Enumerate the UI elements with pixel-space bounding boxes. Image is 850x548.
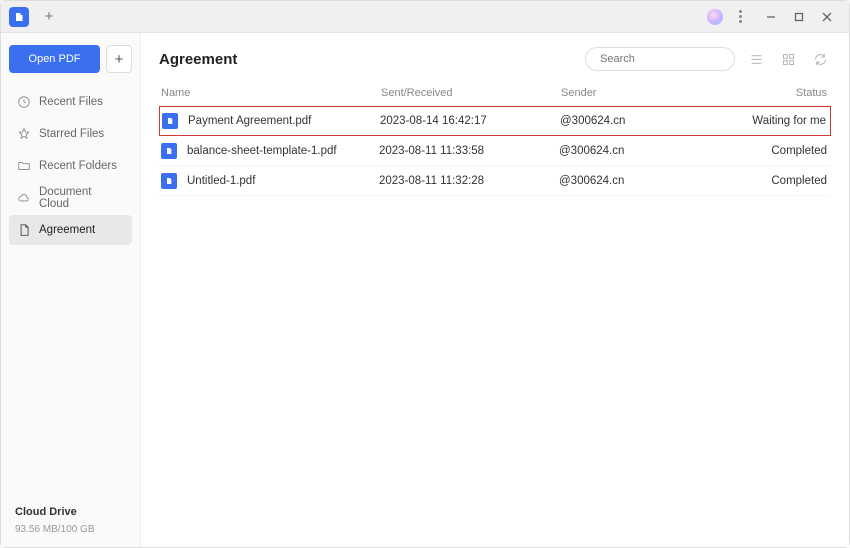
refresh-button[interactable] <box>809 48 831 70</box>
title-bar: + <box>1 1 849 33</box>
sidebar: Open PDF + Recent Files Starred Files Re… <box>1 33 141 547</box>
app-logo-icon <box>9 7 29 27</box>
file-sender: @300624.cn <box>560 115 726 127</box>
file-date: 2023-08-14 16:42:17 <box>380 115 560 127</box>
table-row[interactable]: Payment Agreement.pdf 2023-08-14 16:42:17… <box>159 106 831 136</box>
cloud-drive-info: Cloud Drive 93.56 MB/100 GB <box>9 502 132 539</box>
sidebar-item-starred-files[interactable]: Starred Files <box>9 119 132 149</box>
file-date: 2023-08-11 11:32:28 <box>379 175 559 187</box>
pdf-file-icon <box>161 143 177 159</box>
list-view-button[interactable] <box>745 48 767 70</box>
more-menu-button[interactable] <box>733 10 747 23</box>
profile-orb-icon[interactable] <box>707 9 723 25</box>
file-name: Payment Agreement.pdf <box>188 115 311 127</box>
sidebar-item-label: Document Cloud <box>39 186 124 210</box>
star-icon <box>17 127 31 141</box>
table-body: Payment Agreement.pdf 2023-08-14 16:42:17… <box>159 106 831 196</box>
sidebar-item-document-cloud[interactable]: Document Cloud <box>9 183 132 213</box>
file-sender: @300624.cn <box>559 175 727 187</box>
sidebar-item-label: Starred Files <box>39 128 104 140</box>
page-title: Agreement <box>159 51 237 68</box>
cloud-drive-capacity: 93.56 MB/100 GB <box>15 524 126 535</box>
folder-icon <box>17 159 31 173</box>
sidebar-item-agreement[interactable]: Agreement <box>9 215 132 245</box>
table-row[interactable]: Untitled-1.pdf 2023-08-11 11:32:28@300624… <box>159 166 831 196</box>
open-pdf-button[interactable]: Open PDF <box>9 45 100 73</box>
pdf-file-icon <box>162 113 178 129</box>
file-status: Waiting for me <box>726 115 826 127</box>
pdf-file-icon <box>161 173 177 189</box>
col-status: Status <box>727 87 827 99</box>
table-row[interactable]: balance-sheet-template-1.pdf 2023-08-11 1… <box>159 136 831 166</box>
cloud-drive-title: Cloud Drive <box>15 506 126 518</box>
file-status: Completed <box>727 175 827 187</box>
sidebar-item-label: Recent Files <box>39 96 103 108</box>
col-date: Sent/Received <box>381 87 561 99</box>
col-sender: Sender <box>561 87 727 99</box>
search-input[interactable] <box>600 53 742 65</box>
file-sender: @300624.cn <box>559 145 727 157</box>
clock-icon <box>17 95 31 109</box>
sidebar-item-label: Agreement <box>39 224 95 236</box>
sidebar-item-recent-files[interactable]: Recent Files <box>9 87 132 117</box>
table-header: Name Sent/Received Sender Status <box>159 81 831 106</box>
sidebar-item-label: Recent Folders <box>39 160 117 172</box>
minimize-button[interactable] <box>757 5 785 29</box>
sidebar-item-recent-folders[interactable]: Recent Folders <box>9 151 132 181</box>
close-button[interactable] <box>813 5 841 29</box>
new-tab-button[interactable]: + <box>39 7 59 27</box>
cloud-icon <box>17 191 31 205</box>
file-date: 2023-08-11 11:33:58 <box>379 145 559 157</box>
document-icon <box>17 223 31 237</box>
file-name: Untitled-1.pdf <box>187 175 255 187</box>
col-name: Name <box>161 87 381 99</box>
file-name: balance-sheet-template-1.pdf <box>187 145 337 157</box>
grid-view-button[interactable] <box>777 48 799 70</box>
file-status: Completed <box>727 145 827 157</box>
main-panel: Agreement Name Sent/Received Sender Stat… <box>141 33 849 547</box>
add-button[interactable]: + <box>106 45 132 73</box>
maximize-button[interactable] <box>785 5 813 29</box>
search-box[interactable] <box>585 47 735 71</box>
